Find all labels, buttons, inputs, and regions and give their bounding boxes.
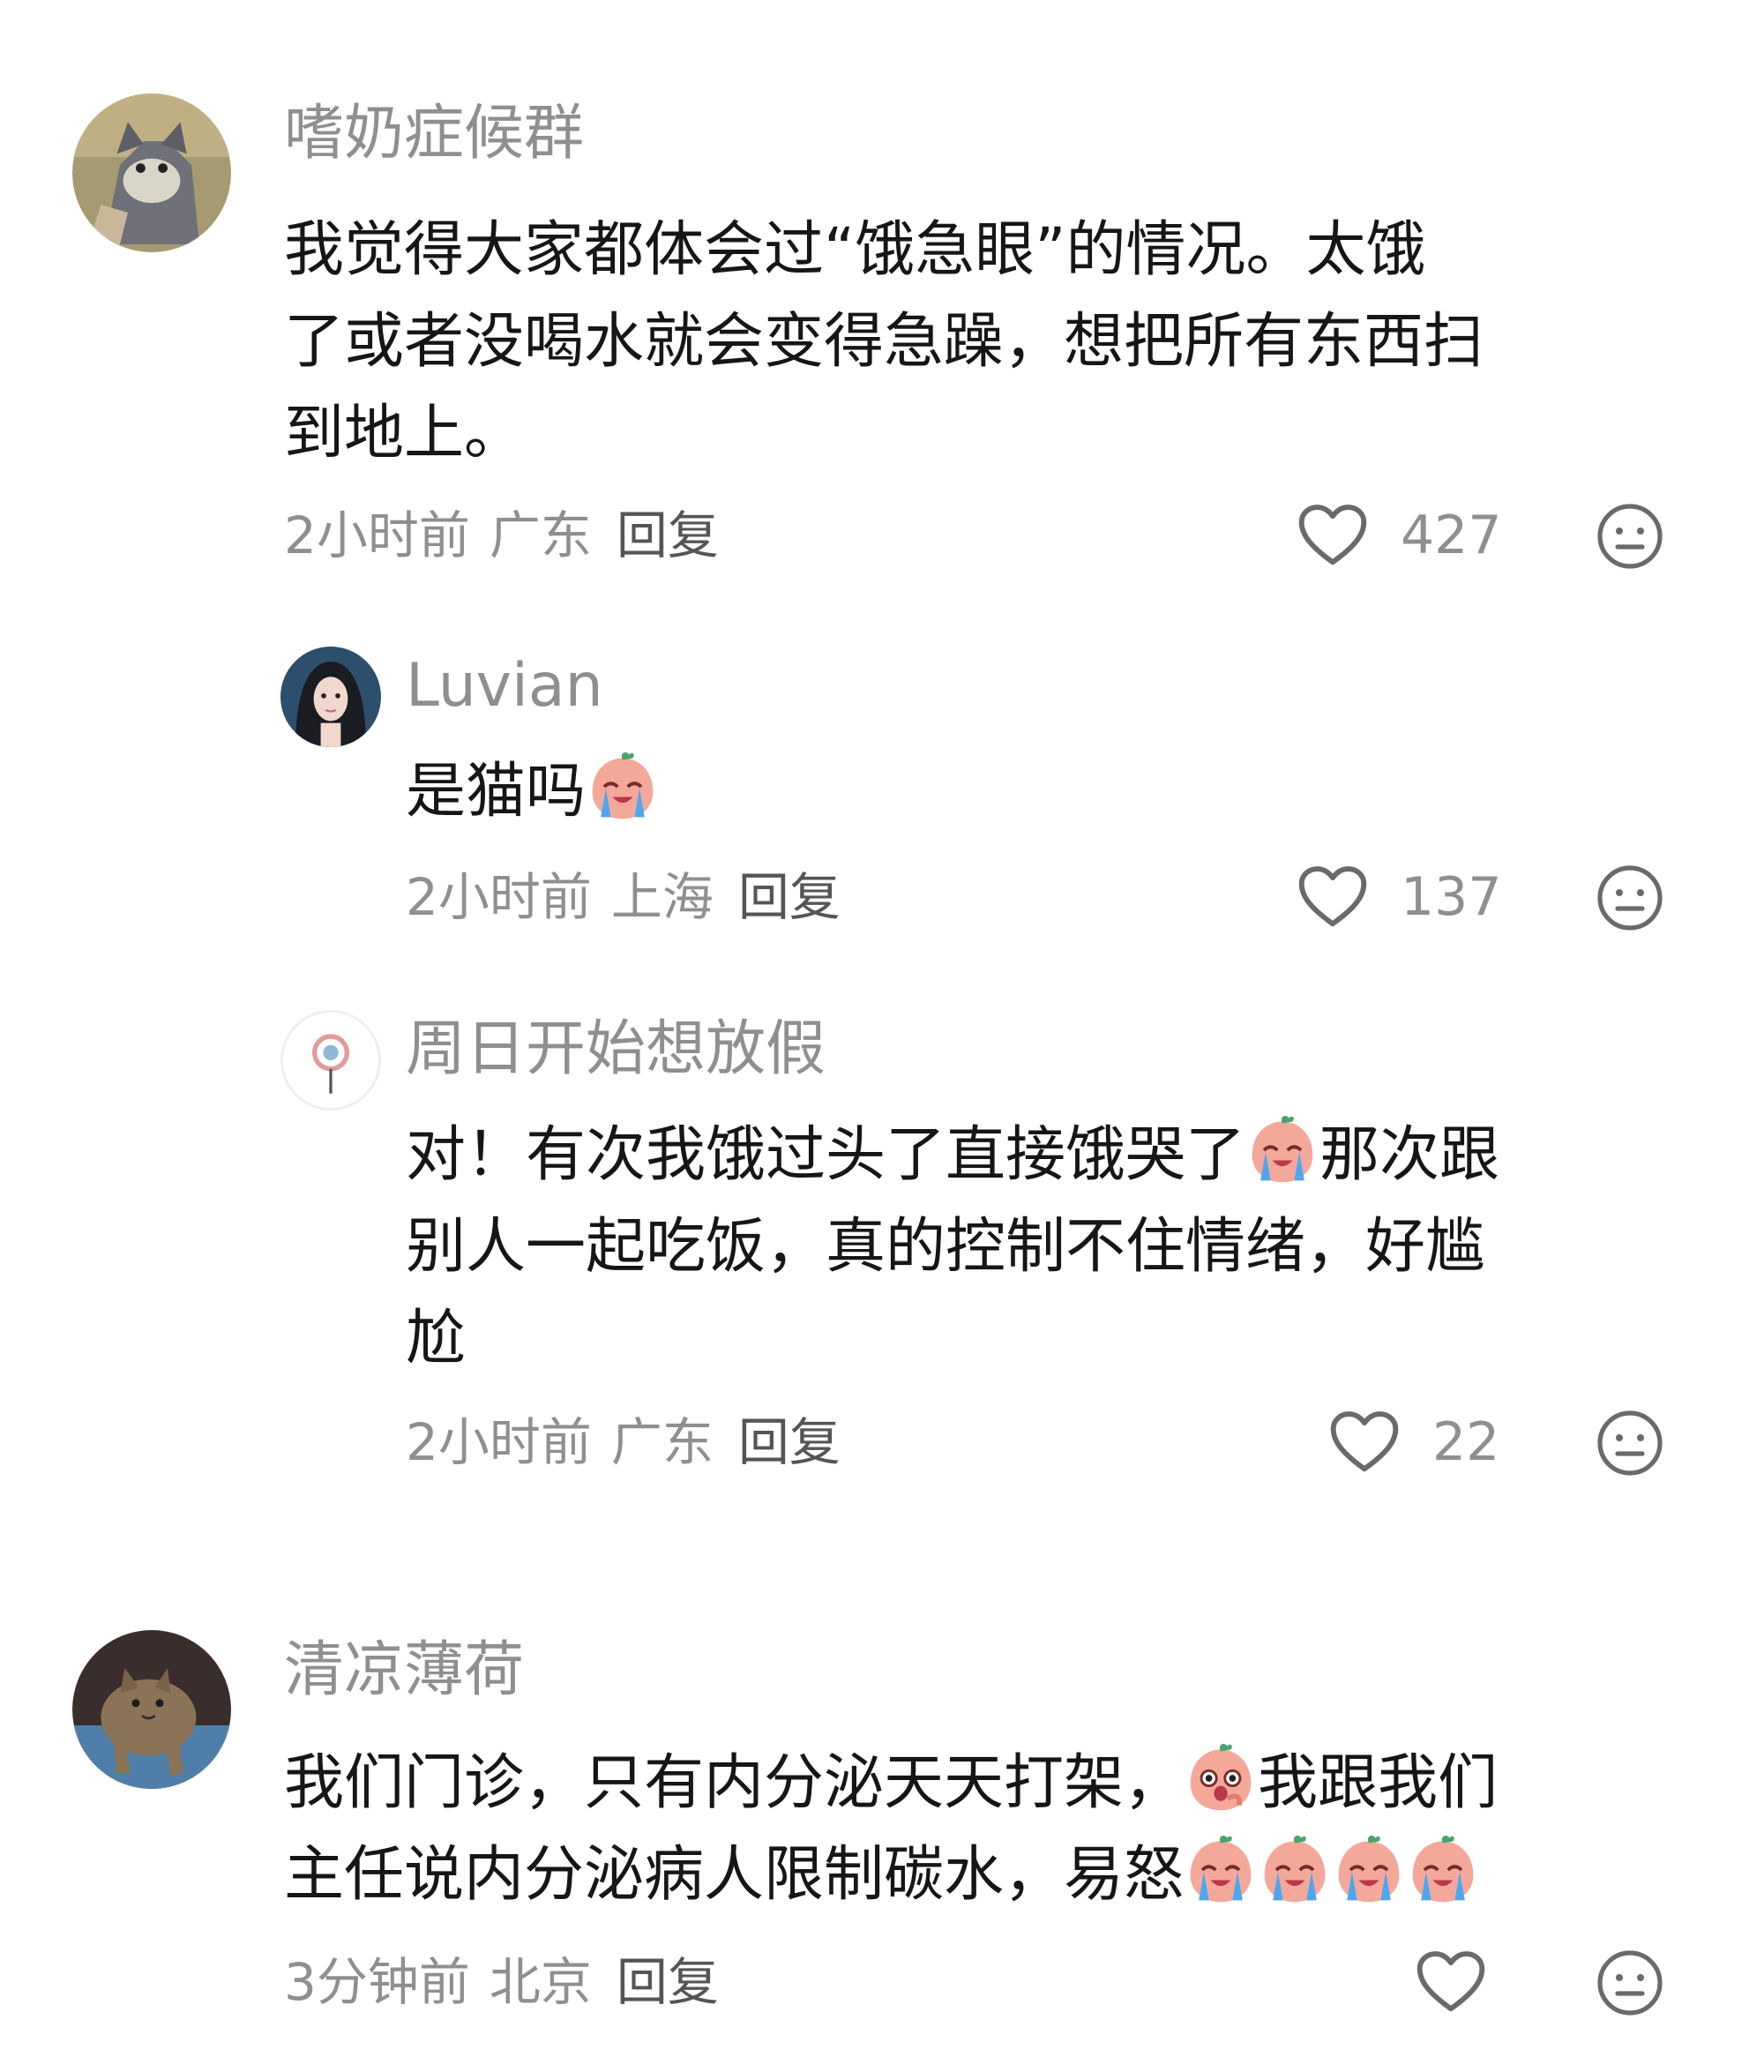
reply-button[interactable]: 回复 — [617, 505, 719, 565]
comment-text-segment: 那次跟 — [1319, 1120, 1500, 1190]
reply-button[interactable]: 回复 — [617, 1952, 719, 2012]
location: 上海 — [610, 867, 714, 927]
reply-button[interactable]: 回复 — [738, 867, 841, 927]
comment-text: 对！有次我饿过头了直接饿哭了 那次跟 别人一起吃饭，真的控制不住情绪，好尴 尬 — [406, 1110, 1693, 1385]
neutral-face-icon — [1597, 865, 1663, 931]
comment-text: 是猫吗 — [406, 746, 1693, 838]
timestamp: 3分钟前 — [284, 1952, 470, 2012]
like-button[interactable]: 427 — [1297, 503, 1502, 568]
timestamp: 2小时前 — [406, 1412, 592, 1472]
more-options-button[interactable] — [1595, 501, 1665, 572]
reply-button[interactable]: 回复 — [738, 1412, 841, 1472]
comment-text-segment: 对！有次我饿过头了直接饿哭了 — [406, 1120, 1246, 1190]
neutral-face-icon — [1597, 504, 1663, 569]
heart-outline-icon — [1416, 1951, 1485, 2012]
username[interactable]: 周日开始想放假 — [406, 1014, 826, 1085]
comment-meta: 2小时前 上海 回复 — [406, 866, 841, 928]
avatar[interactable] — [72, 1630, 231, 1789]
avatar[interactable] — [72, 94, 231, 252]
timestamp: 2小时前 — [284, 505, 470, 565]
comment-line: 别人一起吃饭，真的控制不住情绪，好尴 — [406, 1212, 1486, 1282]
comment-meta: 3分钟前 北京 回复 — [284, 1951, 719, 2013]
like-count: 22 — [1432, 1411, 1500, 1473]
like-count: 137 — [1401, 866, 1502, 928]
username[interactable]: 嗜奶症候群 — [284, 99, 584, 169]
neutral-face-icon — [1597, 1950, 1663, 2016]
username[interactable]: 清凉薄荷 — [284, 1635, 524, 1706]
crying-peach-emoji — [1245, 1113, 1319, 1187]
like-count: 427 — [1401, 505, 1502, 566]
crying-peach-emoji — [1332, 1833, 1406, 1907]
comment-text-segment: 我跟我们 — [1258, 1748, 1499, 1818]
comment-line: 到地上。 — [284, 399, 525, 468]
crying-peach-emoji — [1184, 1833, 1258, 1907]
comment-text: 我觉得大家都体会过“饿急眼”的情况。太饿 了或者没喝水就会变得急躁，想把所有东西… — [284, 205, 1695, 480]
comment-line: 是猫吗 — [406, 757, 587, 827]
like-button[interactable] — [1415, 1949, 1487, 2015]
more-options-button[interactable] — [1595, 863, 1665, 933]
more-options-button[interactable] — [1595, 1408, 1665, 1478]
comment-meta: 2小时前 广东 回复 — [406, 1411, 841, 1473]
neutral-face-icon — [1597, 1410, 1663, 1476]
comment-line: 我们门诊，只有内分泌天天打架， 我跟我们 — [284, 1738, 1713, 1829]
avatar[interactable] — [280, 1010, 381, 1111]
comment-line: 了或者没喝水就会变得急躁，想把所有东西扫 — [284, 307, 1484, 377]
crying-peach-emoji — [1406, 1833, 1480, 1907]
avatar[interactable] — [280, 647, 381, 747]
comment-line: 尬 — [406, 1304, 467, 1373]
crying-peach-emoji — [586, 750, 660, 824]
comment-line: 主任说内分泌病人限制碳水，易怒 — [284, 1829, 1713, 1921]
heart-outline-icon — [1298, 866, 1367, 927]
more-options-button[interactable] — [1595, 1948, 1665, 2018]
location: 广东 — [610, 1412, 714, 1472]
comment-text-segment: 我们门诊，只有内分泌天天打架， — [284, 1748, 1185, 1818]
like-button[interactable]: 137 — [1297, 864, 1502, 930]
crying-peach-emoji — [1258, 1833, 1332, 1907]
heart-outline-icon — [1298, 505, 1367, 565]
timestamp: 2小时前 — [406, 867, 592, 927]
like-button[interactable]: 22 — [1328, 1410, 1499, 1475]
location: 北京 — [489, 1952, 592, 2012]
comment-line: 我觉得大家都体会过“饿急眼”的情况。太饿 — [284, 215, 1426, 285]
comment-text: 我们门诊，只有内分泌天天打架， 我跟我们 主任说内分泌病人限制碳水，易怒 — [284, 1738, 1713, 1921]
shocked-peach-emoji — [1184, 1741, 1258, 1815]
comment-line: 对！有次我饿过头了直接饿哭了 那次跟 — [406, 1110, 1693, 1201]
username[interactable]: Luvian — [406, 651, 603, 722]
location: 广东 — [489, 505, 592, 565]
comment-text-segment: 主任说内分泌病人限制碳水，易怒 — [284, 1840, 1185, 1910]
comment-meta: 2小时前 广东 回复 — [284, 505, 719, 566]
heart-outline-icon — [1330, 1411, 1399, 1472]
